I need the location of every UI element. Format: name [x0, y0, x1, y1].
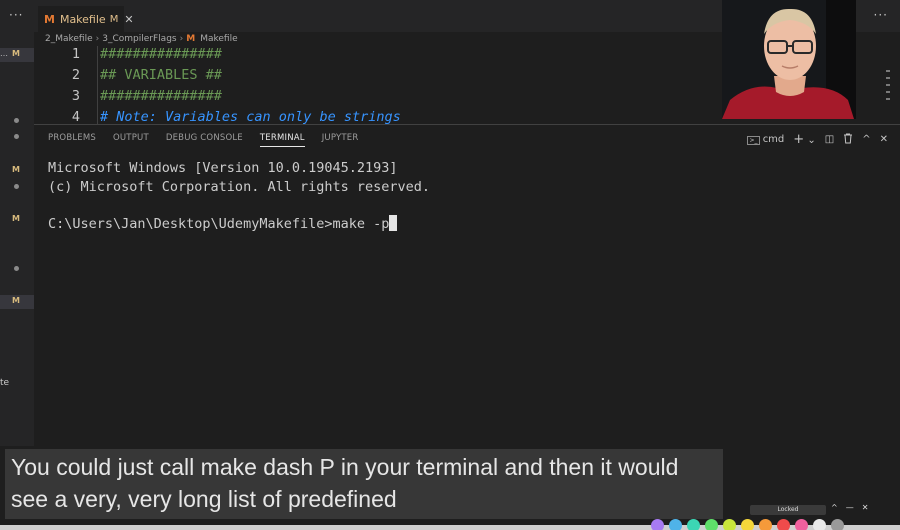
caption-line: You could just call make dash P in your … — [11, 454, 679, 480]
color-swatch[interactable] — [723, 519, 736, 530]
breadcrumb-file[interactable]: Makefile — [200, 34, 237, 44]
shell-label: cmd — [762, 134, 785, 145]
color-swatch[interactable] — [669, 519, 682, 530]
close-icon[interactable]: ✕ — [124, 13, 133, 26]
tab-problems[interactable]: PROBLEMS — [48, 133, 96, 147]
git-modified-badge: M — [12, 214, 20, 223]
subtitle-caption: You could just call make dash P in your … — [5, 449, 723, 519]
color-swatch[interactable] — [813, 519, 826, 530]
color-swatch[interactable] — [759, 519, 772, 530]
terminal-line: Microsoft Windows [Version 10.0.19045.21… — [48, 160, 398, 176]
explorer-item[interactable] — [0, 262, 34, 276]
close-panel-icon[interactable]: ✕ — [880, 134, 888, 145]
explorer-item[interactable] — [0, 114, 34, 128]
change-dot-icon — [14, 118, 19, 123]
color-swatch[interactable] — [741, 519, 754, 530]
color-swatch[interactable] — [651, 519, 664, 530]
modified-indicator: M — [109, 14, 119, 25]
explorer-item-label-fragment: te — [0, 378, 10, 388]
tab-jupyter[interactable]: JUPYTER — [322, 133, 359, 147]
color-palette — [651, 519, 844, 530]
tab-debug-console[interactable]: DEBUG CONSOLE — [166, 133, 243, 147]
chevron-right-icon: › — [179, 34, 184, 44]
tab-label: Makefile — [59, 13, 106, 26]
explorer-item[interactable]: M — [0, 213, 34, 227]
terminal-cursor — [389, 214, 398, 231]
minimize-icon[interactable]: — — [846, 503, 854, 512]
trash-icon[interactable] — [843, 133, 853, 147]
color-swatch[interactable] — [777, 519, 790, 530]
plus-icon: + — [793, 132, 805, 147]
overlay-controls: ^ — ✕ — [831, 503, 868, 512]
maximize-panel-icon[interactable]: ^ — [862, 134, 870, 145]
presenter-video — [722, 0, 856, 119]
explorer-item[interactable] — [0, 130, 34, 144]
breadcrumb-folder[interactable]: 3_CompilerFlags — [102, 34, 176, 44]
panel-tabs: PROBLEMS OUTPUT DEBUG CONSOLE TERMINAL J… — [48, 133, 375, 147]
code-text: ############### — [100, 46, 222, 62]
explorer-menu-icon[interactable]: ··· — [9, 8, 23, 22]
git-modified-badge: M — [12, 296, 20, 305]
close-icon[interactable]: ✕ — [862, 503, 869, 512]
tab-makefile[interactable]: M Makefile M ✕ — [38, 6, 134, 32]
terminal-line: (c) Microsoft Corporation. All rights re… — [48, 178, 431, 195]
terminal-command: make -p — [332, 215, 390, 232]
color-swatch[interactable] — [795, 519, 808, 530]
line-number: 1 — [71, 46, 80, 62]
color-swatch[interactable] — [705, 519, 718, 530]
webcam-overlay — [722, 0, 856, 119]
tab-output[interactable]: OUTPUT — [113, 133, 149, 147]
line-number: 4 — [71, 109, 80, 124]
terminal-prompt: C:\Users\Jan\Desktop\UdemyMakefile> — [48, 215, 333, 232]
change-dot-icon — [14, 134, 19, 139]
tab-terminal[interactable]: TERMINAL — [259, 133, 305, 147]
terminal-output[interactable]: Microsoft Windows [Version 10.0.19045.21… — [48, 159, 430, 233]
lock-status[interactable]: Locked — [750, 505, 826, 515]
explorer-item[interactable]: M — [0, 295, 34, 309]
color-swatch[interactable] — [687, 519, 700, 530]
panel-actions: >_ cmd + ⌄ ◫ ^ ✕ — [747, 132, 888, 147]
change-dot-icon — [14, 266, 19, 271]
editor-more-actions-icon[interactable]: ··· — [874, 8, 888, 22]
makefile-icon: M — [44, 13, 55, 26]
split-terminal-icon[interactable]: ◫ — [825, 134, 834, 145]
minimap[interactable] — [886, 70, 892, 118]
bottom-panel: PROBLEMS OUTPUT DEBUG CONSOLE TERMINAL J… — [34, 124, 900, 446]
terminal-prompt-line: C:\Users\Jan\Desktop\UdemyMakefile>make … — [48, 214, 430, 234]
line-number: 2 — [71, 67, 80, 83]
indent-guide — [97, 46, 98, 124]
git-modified-badge: M — [12, 165, 20, 174]
change-dot-icon — [14, 184, 19, 189]
code-text: # Note: Variables can only be strings — [100, 109, 401, 124]
color-swatch[interactable] — [831, 519, 844, 530]
caption-line: see a very, very long list of predefined — [11, 486, 397, 512]
chevron-right-icon: › — [95, 34, 100, 44]
chevron-down-icon: ⌄ — [807, 135, 816, 146]
terminal-icon: >_ — [747, 136, 760, 145]
line-number: 3 — [71, 88, 80, 104]
explorer-sidebar: ··· … M M M M te — [0, 0, 34, 446]
explorer-item[interactable] — [0, 180, 34, 194]
explorer-item[interactable]: M — [0, 164, 34, 178]
makefile-icon: M — [186, 34, 196, 44]
explorer-item-truncated: … — [0, 49, 8, 58]
explorer-item[interactable]: … M — [0, 48, 34, 62]
breadcrumb-folder[interactable]: 2_Makefile — [45, 34, 93, 44]
new-terminal-button[interactable]: + ⌄ — [793, 132, 815, 147]
terminal-shell-selector[interactable]: >_ cmd — [747, 134, 784, 145]
chevron-up-icon[interactable]: ^ — [831, 503, 838, 512]
git-modified-badge: M — [12, 49, 20, 58]
breadcrumb: 2_Makefile › 3_CompilerFlags › M Makefil… — [45, 33, 238, 45]
code-text: ## VARIABLES ## — [100, 67, 222, 83]
code-text: ############### — [100, 88, 222, 104]
